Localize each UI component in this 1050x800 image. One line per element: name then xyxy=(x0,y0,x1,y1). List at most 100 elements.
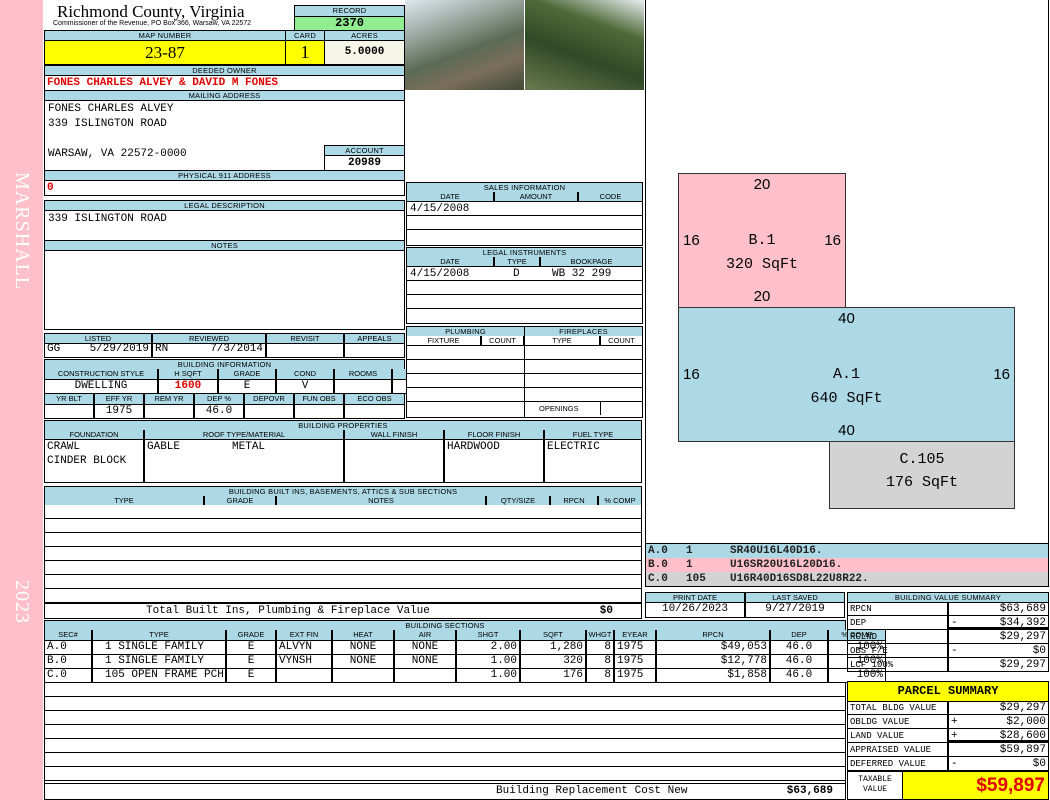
summary-label: LCF 100% xyxy=(847,658,948,672)
summary-value-cell: $63,689 xyxy=(948,602,1049,616)
summary-value: $29,297 xyxy=(999,702,1046,714)
summary-sign: - xyxy=(951,758,958,770)
code-cell: C.0 xyxy=(648,573,668,585)
section-cell: E xyxy=(226,655,276,669)
sketch-area-c105[interactable]: C.105 176 SqFt xyxy=(829,441,1015,509)
info-cell: EFF YR xyxy=(94,394,144,405)
builtins-total-label: Total Built Ins, Plumbing & Fireplace Va… xyxy=(146,605,430,617)
section-cell: NONE xyxy=(332,641,394,655)
summary-value: $0 xyxy=(1032,645,1046,657)
section-cell: 320 xyxy=(520,655,586,669)
section-cell: 1 SINGLE FAMILY xyxy=(92,641,226,655)
col-type: TYPE xyxy=(494,257,540,267)
sketch-area[interactable]: 20 20 16 16 B.1 320 SqFt 40 40 16 16 A.1… xyxy=(645,0,1049,544)
section-cell: $1,858 xyxy=(656,669,770,683)
info-cell: ROOMS xyxy=(334,369,392,380)
parcel-summary-label: PARCEL SUMMARY xyxy=(847,681,1049,702)
sketch-area-a1[interactable]: 40 40 16 16 A.1 640 SqFt xyxy=(678,307,1015,442)
info-cell: FUN OBS xyxy=(294,394,344,405)
listed-by: GG xyxy=(47,343,61,355)
summary-value: $2,000 xyxy=(1006,716,1046,728)
instrument-row: 4/15/2008 D WB 32 299 xyxy=(407,267,642,281)
dim-bottom: 40 xyxy=(838,422,855,439)
summary-value-cell: $29,297 xyxy=(948,658,1049,672)
props-header: FOUNDATION ROOF TYPE/MATERIAL WALL FINIS… xyxy=(44,430,642,440)
fuel-value: ELECTRIC xyxy=(544,440,642,483)
property-photo[interactable] xyxy=(405,0,524,90)
col-roof: ROOF TYPE/MATERIAL xyxy=(144,430,344,440)
props-values: CRAWL CINDER BLOCK GABLE METAL HARDWOOD EL… xyxy=(44,440,642,483)
summary-label: OBS F/E xyxy=(847,644,948,658)
area-id: C.105 xyxy=(899,451,945,468)
summary-value: $59,897 xyxy=(999,744,1046,756)
section-cell: 1.00 xyxy=(456,669,520,683)
sale-date: 4/15/2008 xyxy=(407,202,642,216)
instruments-rows: 4/15/2008 D WB 32 299 xyxy=(406,267,643,324)
owner-name: FONES CHARLES ALVEY & DAVID M FONES xyxy=(44,75,405,91)
summary-label: TOTAL BLDG VALUE xyxy=(847,701,948,715)
summary-value-cell: - $34,392 xyxy=(948,616,1049,630)
col-fixture: FIXTURE xyxy=(406,336,481,346)
section-cell: 1 SINGLE FAMILY xyxy=(92,655,226,669)
property-photo[interactable] xyxy=(525,0,644,90)
empty-row xyxy=(45,547,641,561)
assessor-name: MARSHALL xyxy=(11,172,33,291)
empty-row xyxy=(407,216,642,230)
code-cell: B.0 xyxy=(648,559,668,571)
empty-row xyxy=(45,533,641,547)
dim-bottom: 20 xyxy=(753,288,771,305)
info-values: 1975 46.0 xyxy=(44,405,449,419)
col-date: DATE xyxy=(406,257,494,267)
notes-box xyxy=(44,250,405,330)
taxable-label: TAXABLE VALUE xyxy=(847,771,903,800)
fireplace-rows: OPENINGS xyxy=(524,346,643,418)
taxable-value: $59,897 xyxy=(902,771,1049,800)
instrument-date: 4/15/2008 xyxy=(410,268,470,280)
section-cell: 8 xyxy=(586,669,614,683)
empty-row xyxy=(407,295,642,309)
replacement-cost-total: $63,689 xyxy=(786,785,833,797)
col-amount: AMOUNT xyxy=(494,192,578,202)
summary-row: DEP - $34,392 xyxy=(847,616,1049,630)
info-cell: DEPOVR xyxy=(244,394,294,405)
builtins-total: $0 xyxy=(599,605,613,617)
section-cell: $49,053 xyxy=(656,641,770,655)
card-number: 1 xyxy=(285,40,325,65)
summary-value: $34,392 xyxy=(999,617,1046,629)
section-cell: ALVYN xyxy=(276,641,332,655)
summary-value: $63,689 xyxy=(999,603,1046,615)
col-wall: WALL FINISH xyxy=(344,430,444,440)
col-bookpage: BOOKPAGE xyxy=(540,257,643,267)
sketch-code-row: B.0 1 U16SR20U16L20D16. xyxy=(646,558,1048,572)
info-cell: DWELLING xyxy=(44,380,158,394)
builtins-rows xyxy=(44,505,642,604)
summary-value: $0 xyxy=(1032,758,1046,770)
summary-row: OBLDG VALUE + $2,000 xyxy=(847,715,1049,729)
area-sqft: 320 SqFt xyxy=(725,256,798,273)
roof-material: METAL xyxy=(232,441,266,453)
info-cell: DEP % xyxy=(194,394,244,405)
col-count: COUNT xyxy=(600,336,643,346)
col-type: TYPE xyxy=(524,336,600,346)
reviewed-date: 7/3/2014 xyxy=(210,343,263,355)
summary-label: DEP xyxy=(847,616,948,630)
sections-table: SEC# TYPE GRADE EXT FIN HEAT AIR SHGT SQFT WHGT E… xyxy=(44,630,886,683)
section-cell: 1975 xyxy=(614,641,656,655)
summary-row: DEFERRED VALUE - $0 xyxy=(847,757,1049,771)
section-cell: 46.0 xyxy=(770,669,828,683)
summary-value-cell: $59,897 xyxy=(948,743,1049,757)
summary-value-cell: - $0 xyxy=(948,644,1049,658)
instruments-header: DATE TYPE BOOKPAGE xyxy=(406,257,643,267)
section-cell: NONE xyxy=(394,641,456,655)
dim-top: 40 xyxy=(838,310,855,327)
summary-sign: + xyxy=(951,730,958,742)
col-3: EXT FIN xyxy=(276,630,332,641)
summary-sign: - xyxy=(951,645,958,657)
sketch-area-b1[interactable]: 20 20 16 16 B.1 320 SqFt xyxy=(678,173,846,308)
section-row: C.0 105 OPEN FRAME PCH E 1.00 176 8 1975 $1,858… xyxy=(44,669,886,683)
section-cell: 1975 xyxy=(614,669,656,683)
col-9: EYEAR xyxy=(614,630,656,641)
col-4: HEAT xyxy=(332,630,394,641)
info-cell xyxy=(344,405,405,419)
info-cell xyxy=(144,405,194,419)
